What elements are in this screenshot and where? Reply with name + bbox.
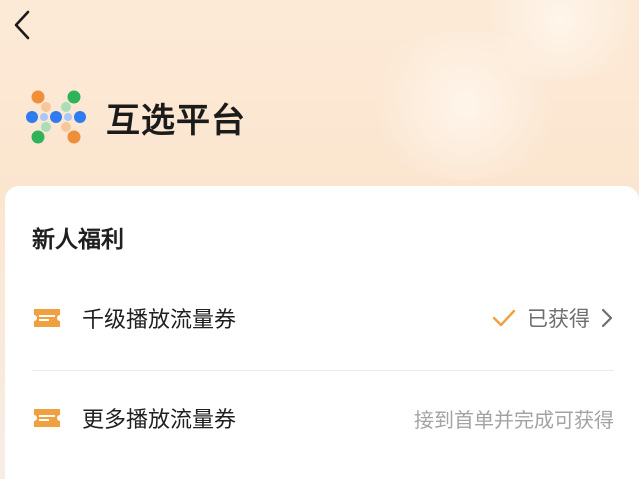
welfare-item-label: 千级播放流量券 (82, 308, 237, 333)
ticket-icon (34, 309, 60, 327)
chevron-left-icon (14, 10, 30, 40)
ticket-icon (34, 409, 60, 427)
welfare-item-locked: 更多播放流量券 接到首单并完成可获得 (32, 398, 614, 438)
hub-dots-logo-icon (26, 90, 86, 144)
chevron-right-icon (601, 308, 613, 328)
divider (32, 370, 614, 371)
back-button[interactable] (4, 4, 40, 44)
page: 互选平台 新人福利 千级播放流量券 已获得 更多播放流量券 接到首单并完成可获得 (0, 0, 639, 479)
status-obtained: 已获得 (491, 303, 614, 333)
unlock-hint: 接到首单并完成可获得 (414, 407, 614, 432)
check-icon (492, 309, 516, 327)
page-title: 互选平台 (106, 100, 246, 141)
welfare-item-label: 更多播放流量券 (82, 408, 237, 433)
section-title: 新人福利 (32, 227, 124, 253)
status-text: 已获得 (527, 307, 590, 331)
welfare-item-obtained[interactable]: 千级播放流量券 已获得 (32, 298, 614, 338)
brand-header: 互选平台 (24, 88, 246, 146)
welfare-card: 新人福利 千级播放流量券 已获得 更多播放流量券 接到首单并完成可获得 (5, 186, 639, 479)
